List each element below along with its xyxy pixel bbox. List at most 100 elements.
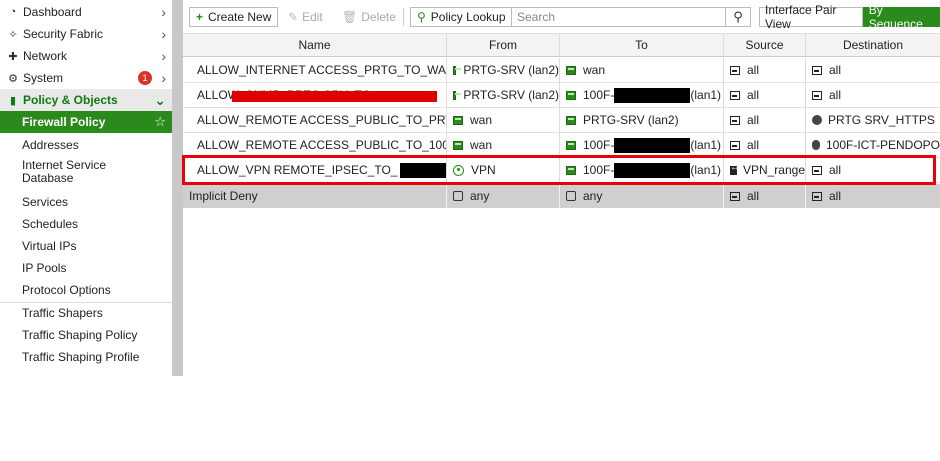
interface-icon: [566, 115, 576, 125]
policy-name: ALLOW_REMOTE ACCESS_PUBLIC_TO_100F: [197, 138, 447, 152]
interface-icon: [566, 65, 576, 75]
table-row[interactable]: ALLOW_REMOTE ACCESS_PUBLIC_TO_PRTG wan P…: [183, 108, 940, 133]
to-interface-prefix: 100F-: [583, 88, 615, 102]
to-interface-suffix: (lan1): [690, 138, 722, 152]
implicit-deny-row[interactable]: Implicit Deny any any all all: [183, 184, 940, 208]
sidebar-item-ip-pools[interactable]: IP Pools: [0, 257, 172, 279]
any-interface-icon: [453, 191, 463, 201]
column-header-to[interactable]: To: [560, 34, 724, 56]
sidebar-item-label: Traffic Shapers: [22, 306, 103, 320]
sidebar-item-label: Virtual IPs: [22, 239, 77, 253]
by-sequence-button[interactable]: By Sequence: [862, 3, 940, 31]
toolbar-divider: [403, 8, 404, 26]
table-row[interactable]: ALLOW_INTERNET ACCESS_PRTG_TO_WAN PRTG-S…: [183, 58, 940, 83]
policy-lookup-label: Policy Lookup: [430, 10, 506, 24]
sidebar-item-label: Schedules: [22, 217, 79, 231]
service-group-icon: [812, 115, 822, 125]
search-icon: ⚲: [417, 10, 426, 24]
search-icon: ⚲: [733, 9, 743, 24]
policy-name: ALLOW_INTERNET ACCESS_PRTG_TO_WAN: [197, 63, 447, 77]
destination-address: 100F-ICT-PENDOPO: [825, 138, 940, 152]
sidebar-item-firewall-policy[interactable]: Firewall Policy ☆: [0, 111, 172, 133]
address-icon: [730, 191, 740, 201]
source-address: all: [747, 189, 760, 203]
interface-pair-view-button[interactable]: Interface Pair View: [759, 3, 863, 31]
chevron-right-icon: ›: [161, 48, 166, 64]
column-header-source[interactable]: Source: [724, 34, 806, 56]
sidebar-item-security-fabric[interactable]: ✧ Security Fabric ›: [0, 23, 172, 45]
policy-lookup-button[interactable]: ⚲ Policy Lookup: [410, 7, 513, 27]
source-address: all: [747, 63, 760, 77]
sidebar-item-protocol-options[interactable]: Protocol Options: [0, 279, 172, 301]
to-interface: any: [583, 189, 603, 203]
sidebar-item-label: Dashboard: [23, 5, 82, 19]
sidebar-item-virtual-ips[interactable]: Virtual IPs: [0, 235, 172, 257]
sidebar-item-label: IP Pools: [22, 261, 67, 275]
address-icon: [812, 65, 822, 75]
search-button[interactable]: ⚲: [725, 7, 750, 27]
interface-icon: [453, 115, 463, 125]
address-icon: [730, 140, 740, 150]
sidebar-item-addresses[interactable]: Addresses: [0, 134, 172, 156]
table-header: Name From To Source Destination: [183, 33, 940, 57]
column-header-name[interactable]: Name: [183, 34, 447, 56]
destination-address: all: [829, 88, 842, 102]
sidebar-item-label: Network: [23, 49, 68, 63]
delete-button[interactable]: 🗑 Delete: [336, 7, 402, 27]
sidebar-item-label: Firewall Policy: [22, 115, 106, 129]
gear-icon: ⚙: [8, 72, 18, 85]
search-placeholder: Search: [517, 10, 556, 24]
sidebar-item-traffic-shaping-profile[interactable]: Traffic Shaping Profile: [0, 346, 172, 368]
interface-icon: [566, 140, 576, 150]
sidebar-item-label: Services: [22, 195, 69, 209]
sidebar-item-traffic-shaping-policy[interactable]: Traffic Shaping Policy: [0, 324, 172, 346]
network-icon: ✚: [8, 50, 18, 63]
column-header-destination[interactable]: Destination: [806, 34, 940, 56]
sidebar-item-traffic-shapers[interactable]: Traffic Shapers: [0, 302, 172, 324]
source-address: all: [747, 113, 760, 127]
sidebar-item-policy-objects[interactable]: ▮ Policy & Objects ⌄: [0, 89, 172, 111]
sidebar-item-label: System: [23, 71, 64, 85]
sidebar-item-network[interactable]: ✚ Network ›: [0, 45, 172, 67]
to-interface-suffix: (lan1): [690, 88, 722, 102]
address-icon: [812, 191, 822, 201]
trash-icon: 🗑: [342, 10, 358, 24]
search-input[interactable]: Search: [511, 7, 751, 27]
security-fabric-icon: ✧: [8, 28, 18, 41]
address-icon: [812, 90, 822, 100]
sidebar-scrollbar[interactable]: [172, 0, 183, 376]
to-interface: wan: [583, 63, 606, 77]
sidebar: ◔ Dashboard › ✧ Security Fabric › ✚ Netw…: [0, 0, 172, 376]
to-interface-prefix: 100F-: [583, 138, 615, 152]
sidebar-item-label: Policy & Objects: [23, 93, 118, 107]
chevron-down-icon: ⌄: [154, 91, 166, 108]
sidebar-item-system[interactable]: ⚙ System 1 ›: [0, 67, 172, 89]
source-address: all: [747, 138, 760, 152]
view-toggle: Interface Pair View By Sequence: [759, 3, 940, 31]
address-icon: [730, 90, 740, 100]
sidebar-item-internet-service-database[interactable]: Internet Service Database: [0, 156, 120, 190]
chevron-right-icon: ›: [161, 4, 166, 20]
interface-icon: [453, 90, 463, 100]
sidebar-item-services[interactable]: Services: [0, 191, 172, 213]
chevron-right-icon: ›: [161, 70, 166, 86]
address-icon: [730, 115, 740, 125]
edit-button[interactable]: ✎ Edit: [282, 7, 329, 27]
sidebar-item-label: Traffic Shaping Policy: [22, 328, 138, 342]
create-new-button[interactable]: + Create New: [189, 7, 279, 27]
any-interface-icon: [566, 191, 576, 201]
source-address: all: [747, 88, 760, 102]
sidebar-item-schedules[interactable]: Schedules: [0, 213, 172, 235]
address-icon: [730, 65, 740, 75]
star-icon[interactable]: ☆: [154, 114, 166, 130]
sidebar-item-label: Internet Service Database: [22, 158, 107, 185]
plus-icon: +: [196, 10, 204, 24]
sidebar-item-dashboard[interactable]: ◔ Dashboard ›: [0, 1, 172, 23]
sidebar-item-label: Security Fabric: [23, 27, 104, 41]
interface-icon: [453, 65, 463, 75]
policy-icon: ▮: [9, 94, 17, 107]
from-interface: wan: [470, 138, 493, 152]
interface-icon: [453, 140, 463, 150]
red-redaction-mark: [232, 91, 437, 102]
column-header-from[interactable]: From: [447, 34, 560, 56]
